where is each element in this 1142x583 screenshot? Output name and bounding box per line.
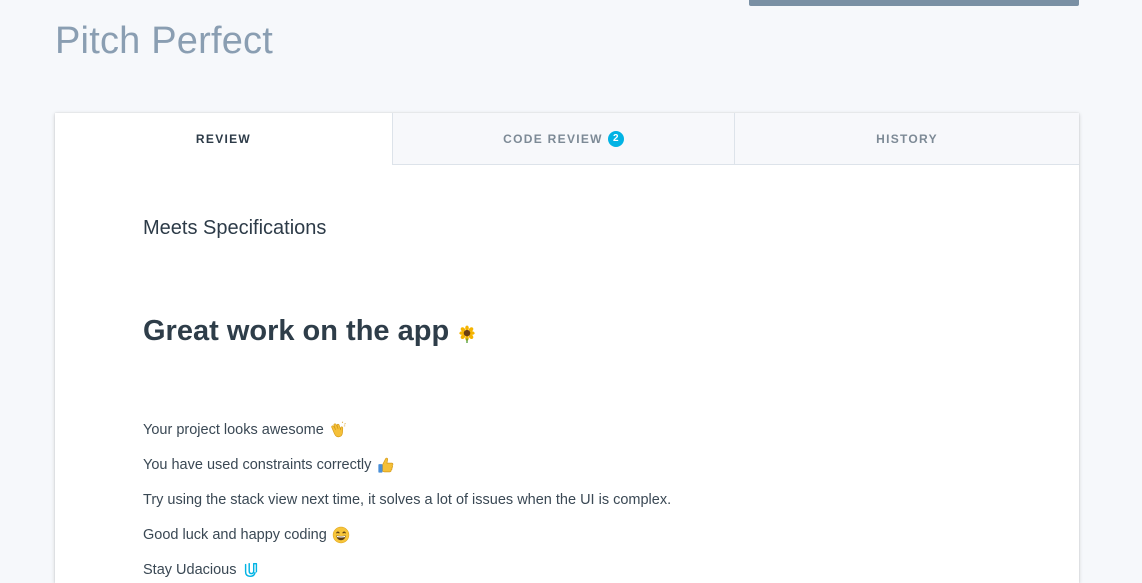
- review-paragraph-3: Try using the stack view next time, it s…: [143, 490, 671, 510]
- clapping-hands-icon: [331, 421, 346, 438]
- paragraph-text: Your project looks awesome: [143, 422, 324, 438]
- tab-history[interactable]: HISTORY: [734, 113, 1079, 165]
- sunflower-icon: [459, 324, 475, 343]
- review-status: Meets Specifications: [143, 217, 327, 239]
- code-review-count-badge: 2: [607, 130, 624, 147]
- thumbs-up-icon: [378, 457, 394, 473]
- tab-history-label: HISTORY: [876, 131, 938, 146]
- udacity-logo-icon: [244, 562, 257, 578]
- review-paragraph-5: Stay Udacious: [143, 560, 260, 580]
- paragraph-text: You have used constraints correctly: [143, 457, 372, 473]
- review-paragraph-4: Good luck and happy coding: [143, 525, 350, 545]
- tab-code-review[interactable]: CODE REVIEW 2: [392, 113, 734, 165]
- paragraph-text: Stay Udacious: [143, 562, 237, 578]
- review-heading: Great work on the app: [143, 315, 476, 348]
- tab-review[interactable]: REVIEW: [55, 113, 392, 165]
- grinning-face-icon: [332, 526, 350, 544]
- page-title: Pitch Perfect: [55, 20, 274, 62]
- review-paragraph-1: Your project looks awesome: [143, 420, 347, 440]
- review-tabs: REVIEW CODE REVIEW 2 HISTORY: [55, 113, 1079, 165]
- review-heading-text: Great work on the app: [143, 315, 450, 347]
- paragraph-text: Try using the stack view next time, it s…: [143, 492, 672, 508]
- header-action-bar[interactable]: [749, 0, 1079, 6]
- tab-review-label: REVIEW: [195, 131, 252, 146]
- paragraph-text: Good luck and happy coding: [143, 527, 327, 543]
- review-card: REVIEW CODE REVIEW 2 HISTORY Meets Speci…: [55, 113, 1079, 583]
- review-paragraph-2: You have used constraints correctly: [143, 455, 395, 475]
- tab-code-review-label: CODE REVIEW: [503, 131, 603, 146]
